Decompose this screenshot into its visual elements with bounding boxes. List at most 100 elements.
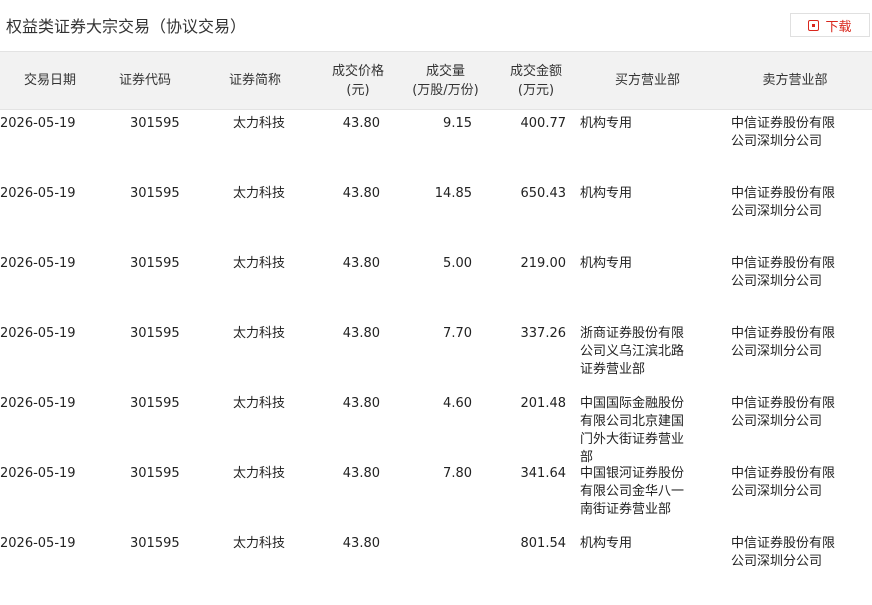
cell-line: 中信证券股份有限 (731, 466, 836, 481)
cell-volume: 9.15 (443, 116, 472, 131)
cell-date: 2026-05-19 (0, 466, 76, 481)
cell-amount: 337.26 (520, 326, 567, 341)
cell-volume: 14.85 (434, 186, 472, 201)
table-row: 2026-05-19 301595 太力科技 43.80 14.85 650.43 机构专用… (0, 185, 872, 255)
cell-name: 太力科技 (233, 186, 286, 201)
cell-date: 2026-05-19 (0, 396, 76, 411)
cell-date: 2026-05-19 (0, 116, 76, 131)
cell-buyer: 中国国际金融股份 有限公司北京建国 门外大街证券营业部 (580, 395, 684, 467)
cell-amount: 801.54 (520, 536, 567, 551)
cell-line: 中信证券股份有限 (731, 256, 836, 271)
cell-line: 机构专用 (580, 536, 633, 551)
cell-line: 公司深圳分公司 (731, 414, 823, 429)
column-header-buyer: 买方营业部 (580, 52, 715, 109)
cell-date: 2026-05-19 (0, 326, 76, 341)
cell-line: 公司深圳分公司 (731, 274, 823, 289)
cell-price: 43.80 (342, 116, 380, 131)
table-row: 2026-05-19 301595 太力科技 43.80 9.15 400.77 机构专用 中… (0, 115, 872, 185)
cell-date: 2026-05-19 (0, 536, 76, 551)
table-row: 2026-05-19 301595 太力科技 43.80 4.60 201.48 中国国际金… (0, 395, 872, 465)
cell-name: 太力科技 (233, 256, 286, 271)
cell-seller: 中信证券股份有限 公司深圳分公司 (731, 185, 835, 221)
cell-name: 太力科技 (233, 466, 286, 481)
cell-price: 43.80 (342, 186, 380, 201)
cell-name: 太力科技 (233, 326, 286, 341)
cell-code: 301595 (130, 536, 180, 551)
table-row: 2026-05-19 301595 太力科技 43.80 5.00 219.00 机构专用 中… (0, 255, 872, 325)
cell-code: 301595 (130, 116, 180, 131)
column-header-name: 证券简称 (200, 52, 310, 109)
cell-line: 中国国际金融股份 (580, 396, 685, 411)
cell-code: 301595 (130, 396, 180, 411)
cell-price: 43.80 (342, 326, 380, 341)
cell-amount: 201.48 (520, 396, 567, 411)
column-header-label: 成交价格 (331, 63, 384, 79)
download-button[interactable]: 下载 (790, 13, 870, 37)
table-row: 2026-05-19 301595 太力科技 43.80 801.54 机构专用 中信证券股… (0, 535, 872, 605)
cell-line: 浙商证券股份有限 (580, 326, 685, 341)
cell-volume: 5.00 (443, 256, 472, 271)
column-header-unit: (万股/万份) (412, 82, 479, 98)
cell-code: 301595 (130, 326, 180, 341)
cell-line: 门外大街证券营业 (580, 432, 685, 447)
cell-seller: 中信证券股份有限 公司深圳分公司 (731, 325, 835, 361)
cell-name: 太力科技 (233, 396, 286, 411)
cell-volume: 7.80 (443, 466, 472, 481)
cell-line: 中信证券股份有限 (731, 536, 836, 551)
column-header-label: 成交量 (425, 63, 465, 79)
cell-volume: 7.70 (443, 326, 472, 341)
column-header-unit: (万元) (517, 82, 555, 98)
cell-line: 中信证券股份有限 (731, 116, 836, 131)
column-header-label: 证券简称 (228, 73, 281, 88)
cell-line: 公司深圳分公司 (731, 204, 823, 219)
cell-price: 43.80 (342, 256, 380, 271)
cell-line: 机构专用 (580, 116, 633, 131)
column-header-seller: 卖方营业部 (725, 52, 865, 109)
cell-seller: 中信证券股份有限 公司深圳分公司 (731, 115, 835, 151)
column-header-date: 交易日期 (0, 52, 100, 109)
cell-price: 43.80 (342, 466, 380, 481)
cell-line: 公司深圳分公司 (731, 344, 823, 359)
cell-seller: 中信证券股份有限 公司深圳分公司 (731, 535, 835, 571)
column-header-label: 买方营业部 (614, 73, 680, 88)
cell-line: 机构专用 (580, 256, 633, 271)
cell-seller: 中信证券股份有限 公司深圳分公司 (731, 395, 835, 431)
column-header-price: 成交价格 (元) (318, 52, 398, 109)
cell-amount: 341.64 (520, 466, 567, 481)
column-header-label: 交易日期 (23, 73, 76, 88)
cell-code: 301595 (130, 186, 180, 201)
cell-amount: 650.43 (520, 186, 567, 201)
column-header-label: 证券代码 (118, 73, 171, 88)
cell-line: 公司义乌江滨北路 (580, 344, 685, 359)
column-header-label: 成交金额 (509, 63, 562, 79)
cell-buyer: 机构专用 (580, 255, 632, 273)
table-row: 2026-05-19 301595 太力科技 43.80 7.70 337.26 浙商证券股… (0, 325, 872, 395)
cell-line: 证券营业部 (580, 362, 646, 377)
cell-line: 有限公司金华八一 (580, 484, 685, 499)
table-row: 2026-05-19 301595 太力科技 43.80 7.80 341.64 中国银河证… (0, 465, 872, 535)
download-label: 下载 (825, 19, 852, 35)
cell-line: 中国银河证券股份 (580, 466, 685, 481)
cell-buyer: 浙商证券股份有限 公司义乌江滨北路 证券营业部 (580, 325, 684, 379)
cell-amount: 219.00 (520, 256, 567, 271)
cell-date: 2026-05-19 (0, 256, 76, 271)
column-header-unit: (元) (346, 82, 370, 98)
cell-name: 太力科技 (233, 116, 286, 131)
cell-name: 太力科技 (233, 536, 286, 551)
column-header-code: 证券代码 (100, 52, 190, 109)
cell-line: 有限公司北京建国 (580, 414, 685, 429)
cell-code: 301595 (130, 466, 180, 481)
column-header-volume: 成交量 (万股/万份) (398, 52, 493, 109)
cell-seller: 中信证券股份有限 公司深圳分公司 (731, 465, 835, 501)
cell-line: 公司深圳分公司 (731, 554, 823, 569)
column-header-label: 卖方营业部 (762, 73, 828, 88)
cell-line: 公司深圳分公司 (731, 484, 823, 499)
cell-line: 南街证券营业部 (580, 502, 672, 517)
cell-line: 中信证券股份有限 (731, 396, 836, 411)
cell-price: 43.80 (342, 396, 380, 411)
download-icon (808, 19, 820, 31)
cell-date: 2026-05-19 (0, 186, 76, 201)
cell-buyer: 机构专用 (580, 535, 632, 553)
page-title: 权益类证券大宗交易（协议交易） (6, 17, 247, 36)
cell-line: 中信证券股份有限 (731, 326, 836, 341)
